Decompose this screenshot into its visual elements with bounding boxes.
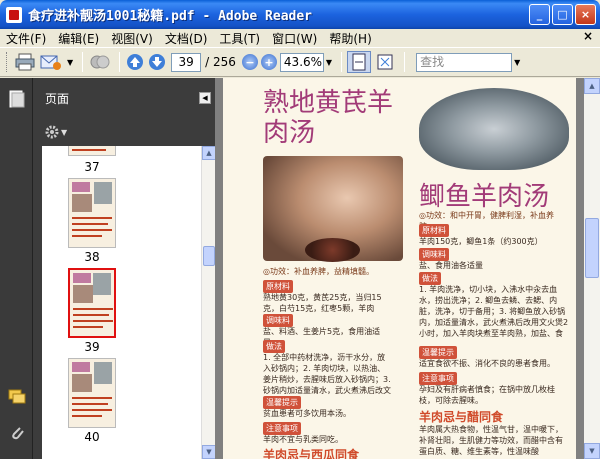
title-bar: 食疗进补靓汤1001秘籍.pdf - Adobe Reader _ □ × [0, 0, 600, 29]
thumbnail-list: 37 38 39 40 [42, 146, 201, 459]
menu-view[interactable]: 视图(V) [111, 30, 153, 47]
menu-file[interactable]: 文件(F) [6, 30, 46, 47]
doc-scroll-up-button[interactable]: ▲ [584, 78, 600, 94]
page-thumbnail-37[interactable] [68, 146, 116, 156]
dish2-ingredients: 羊肉150克，鲫鱼1条（约300克） [419, 237, 543, 246]
thumbnail-scrollbar[interactable]: ▲ ▼ [201, 146, 216, 459]
maximize-button[interactable]: □ [552, 4, 573, 25]
fit-page-icon [352, 53, 366, 71]
pages-panel-header: 页面 ◀ [33, 78, 215, 118]
pages-panel-title: 页面 [45, 91, 70, 106]
zoom-out-button[interactable]: − [241, 54, 258, 70]
section-heading-2: 羊肉忌与西瓜同食 [263, 448, 360, 459]
document-close-button[interactable]: × [583, 29, 593, 43]
search-input[interactable]: 查找 [416, 52, 513, 72]
dish2-tip: 适宜食欲不振、消化不良的患者食用。 [419, 359, 555, 368]
dish1-efficacy: ◎功效：补血养脾，益精填髓。 [263, 267, 374, 276]
thumbnail-label-37: 37 [84, 160, 100, 174]
dish2-title: 鲫鱼羊肉汤 [419, 182, 550, 212]
menu-help[interactable]: 帮助(H) [329, 30, 371, 47]
dish1-title-line2: 肉汤 [263, 118, 316, 148]
comments-panel-icon[interactable] [8, 388, 26, 406]
page-thumbnail-40[interactable] [68, 358, 116, 428]
toolbar-separator [82, 52, 84, 72]
dish2-seasoning: 盐、食用油各适量 [419, 261, 483, 270]
window-controls: _ □ × [529, 4, 596, 25]
minimize-button[interactable]: _ [529, 4, 550, 25]
dish2-note: 孕妇及有肝病者慎食；在锅中放几枚桂枝，可除去腥味。 [419, 385, 555, 405]
panel-options-arrow[interactable]: ▼ [61, 128, 67, 137]
adobe-reader-icon [6, 6, 22, 23]
previous-page-button[interactable] [125, 52, 145, 72]
dish1-note: 羊肉不宜与乳类同吃。 [263, 435, 343, 444]
panel-collapse-button[interactable]: ◀ [199, 92, 211, 104]
gear-icon[interactable] [45, 125, 59, 139]
dish1-photo-dates [305, 238, 360, 262]
dish2-steps: 1. 羊肉洗净，切小块，入沸水中汆去血水，捞出洗净；2. 鲫鱼去鳞、去鳃、内脏，… [419, 285, 569, 338]
dish1-steps: 1. 全部中药材洗净，沥干水分，放入砂锅内；2. 羊肉切块，以热油、姜片稍炒，去… [263, 353, 391, 395]
pdf-page: 熟地黄芪羊 肉汤 鲫鱼羊肉汤 ◎功效：补血养脾，益精填髓。 ◎功效：和中开胃，健… [223, 78, 576, 459]
page-number-input[interactable]: 39 [171, 52, 202, 72]
collaborate-icon [90, 55, 110, 69]
fit-page-button[interactable] [347, 51, 372, 73]
full-screen-button[interactable] [373, 51, 397, 73]
page-total: / 256 [205, 55, 236, 69]
next-page-button[interactable] [147, 52, 167, 72]
section-heading-1: 羊肉忌与醋同食 [419, 410, 504, 424]
thumbnail-label-40: 40 [84, 430, 100, 444]
attachments-panel-icon[interactable] [8, 424, 26, 442]
comments-icon [8, 389, 26, 404]
email-dropdown-arrow[interactable]: ▼ [67, 58, 73, 67]
toolbar-grip[interactable] [6, 52, 9, 72]
zoom-in-button[interactable]: + [260, 54, 277, 70]
menu-document[interactable]: 文档(D) [165, 30, 208, 47]
menu-edit[interactable]: 编辑(E) [58, 30, 99, 47]
dish1-title: 熟地黄芪羊 肉汤 [263, 88, 413, 148]
menu-bar: 文件(F) 编辑(E) 视图(V) 文档(D) 工具(T) 窗口(W) 帮助(H… [0, 29, 600, 47]
scroll-thumb[interactable] [203, 246, 215, 266]
zoom-input[interactable]: 43.6% [279, 52, 324, 72]
close-button[interactable]: × [575, 4, 596, 25]
arrow-down-icon [149, 54, 166, 70]
zoom-dropdown-arrow[interactable]: ▼ [326, 58, 332, 67]
scroll-down-button[interactable]: ▼ [202, 445, 216, 459]
full-screen-icon [377, 54, 393, 70]
section-text-1: 羊肉属大热食物，性温气甘，温中暖下，补肾壮阳，生肌健力等功效，而醋中含有蛋白质、… [419, 425, 563, 456]
dish1-title-line1: 熟地黄芪羊 [263, 88, 394, 118]
email-icon [40, 55, 61, 70]
collaborate-button[interactable] [88, 51, 112, 73]
panel-options[interactable]: ▼ [33, 118, 215, 146]
paperclip-icon [12, 427, 24, 440]
dish2-photo [419, 88, 569, 170]
toolbar-separator [404, 52, 406, 72]
menu-window[interactable]: 窗口(W) [272, 30, 317, 47]
thumbnail-label-38: 38 [84, 250, 100, 264]
doc-scroll-thumb[interactable] [585, 218, 599, 278]
document-area[interactable]: 熟地黄芪羊 肉汤 鲫鱼羊肉汤 ◎功效：补血养脾，益精填髓。 ◎功效：和中开胃，健… [215, 78, 584, 459]
doc-scroll-down-button[interactable]: ▼ [584, 443, 600, 459]
toolbar: ▼ 39 / 256 − + 43.6% ▼ 查找 ▼ [0, 47, 600, 77]
email-button[interactable] [39, 51, 63, 73]
window-title: 食疗进补靓汤1001秘籍.pdf - Adobe Reader [28, 9, 313, 24]
page-thumbnail-38[interactable] [68, 178, 116, 248]
document-scrollbar[interactable]: ▲ ▼ [584, 78, 600, 459]
scroll-up-button[interactable]: ▲ [202, 146, 216, 160]
page-thumbnail-39[interactable] [68, 268, 116, 338]
toolbar-separator [119, 52, 121, 72]
toolbar-separator [341, 52, 343, 72]
print-button[interactable] [13, 51, 37, 73]
printer-icon [15, 53, 35, 71]
search-dropdown-arrow[interactable]: ▼ [514, 58, 520, 67]
arrow-up-icon [127, 54, 144, 70]
navigation-strip [0, 78, 33, 459]
pages-icon [9, 90, 25, 108]
thumbnail-label-39: 39 [84, 340, 100, 354]
pages-panel-icon[interactable] [8, 90, 26, 108]
menu-tools[interactable]: 工具(T) [219, 30, 260, 47]
dish1-tip: 贫血患者可多饮用本汤。 [263, 409, 351, 418]
